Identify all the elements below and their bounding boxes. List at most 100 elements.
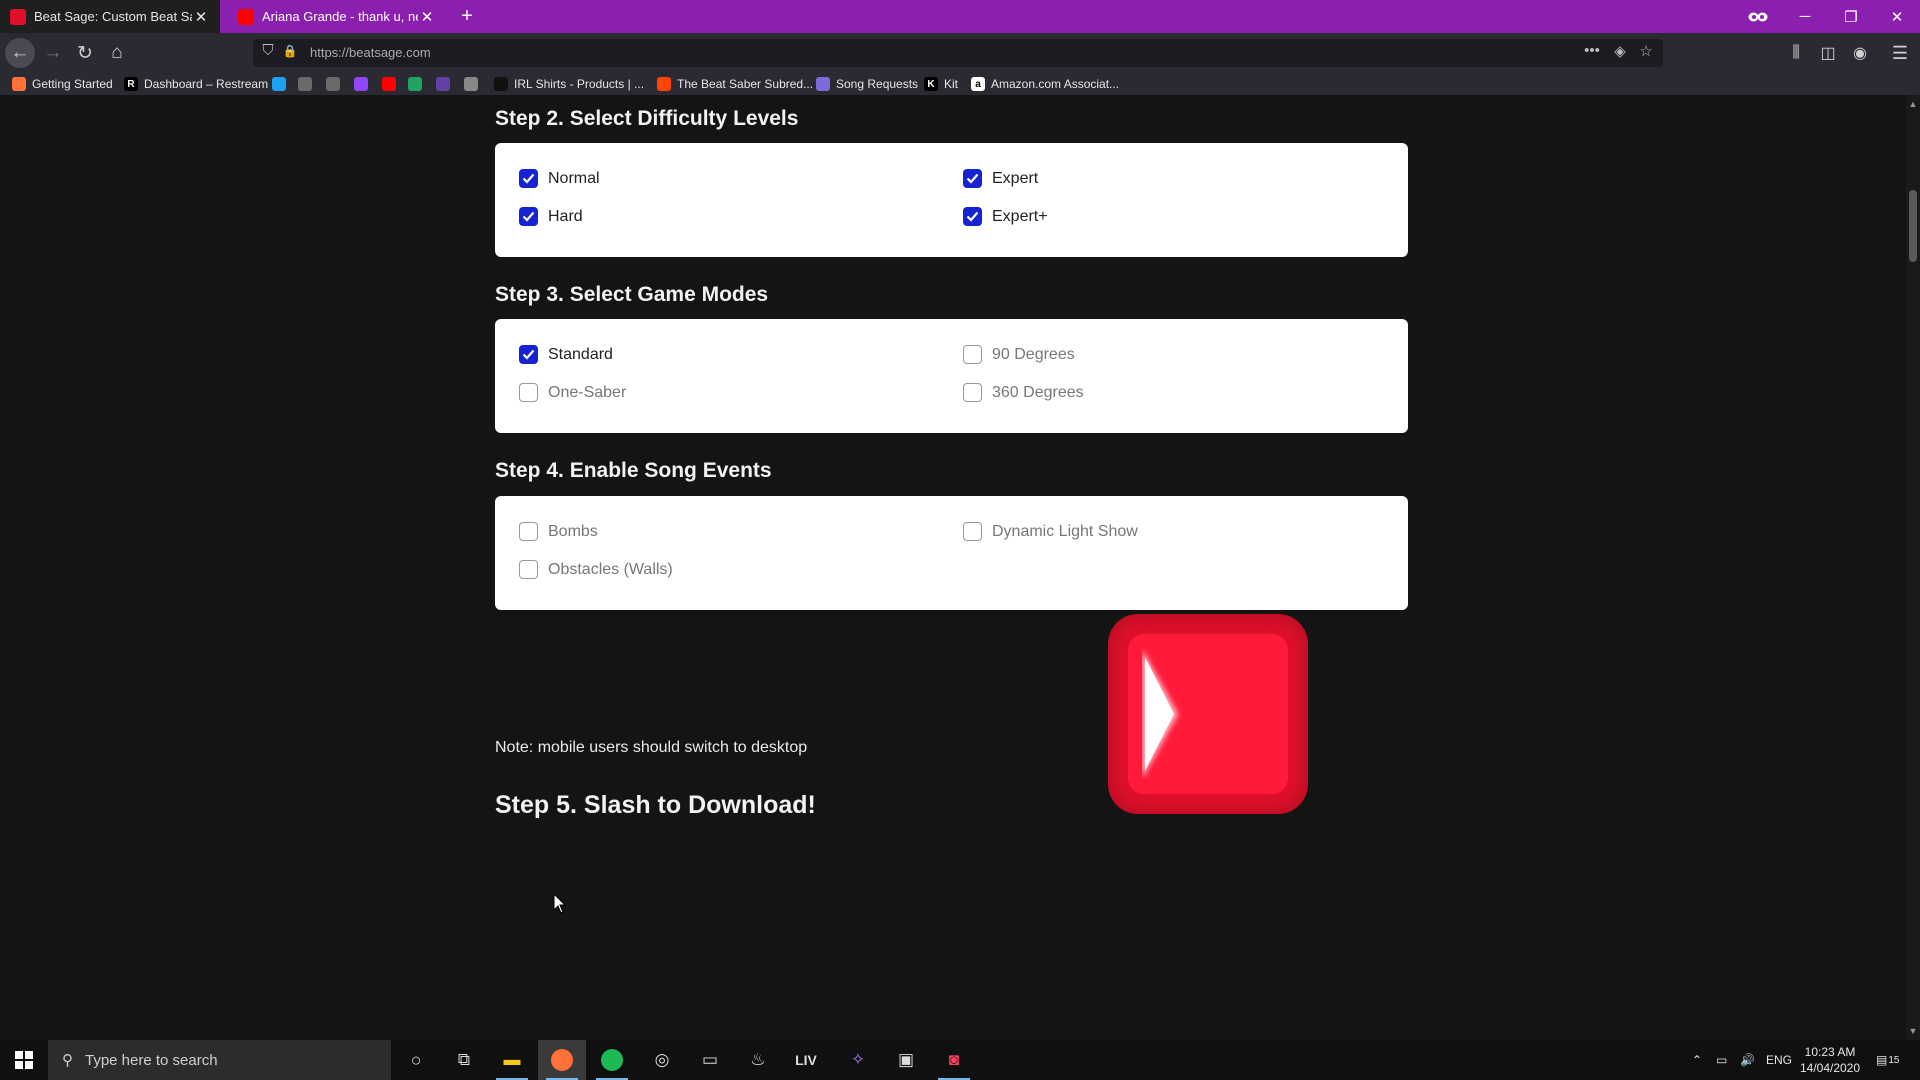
scrollbar-thumb[interactable]: [1909, 190, 1917, 262]
navigation-toolbar: ← → ↻ ⌂ ⛉ 🔒 https://beatsage.com ••• ◈ ☆…: [0, 33, 1920, 73]
tab-youtube[interactable]: Ariana Grande - thank u, next ✕: [228, 0, 446, 33]
restore-button[interactable]: ❐: [1828, 0, 1874, 33]
option-expert[interactable]: Expert: [963, 169, 1038, 188]
discord-icon[interactable]: ◙: [930, 1040, 978, 1080]
checkbox-unchecked-icon[interactable]: [963, 383, 982, 402]
bookmark-item[interactable]: [272, 75, 292, 93]
option-one-saber[interactable]: One-Saber: [519, 383, 626, 402]
option-label: Bombs: [548, 522, 598, 540]
bookmark-item[interactable]: K Kit: [924, 75, 958, 93]
lock-icon[interactable]: 🔒: [279, 44, 301, 58]
volume-icon[interactable]: 🔊: [1740, 1040, 1755, 1080]
bookmark-item[interactable]: The Beat Saber Subred...: [657, 75, 813, 93]
network-icon[interactable]: ▭: [1716, 1040, 1727, 1080]
bookmark-item[interactable]: [326, 75, 346, 93]
close-window-button[interactable]: ✕: [1874, 0, 1920, 33]
bookmark-item[interactable]: Song Requests: [816, 75, 918, 93]
home-button[interactable]: ⌂: [101, 33, 133, 73]
checkbox-checked-icon[interactable]: [963, 207, 982, 226]
game-modes-card: Standard 90 Degrees One-Saber 360 Degrees: [495, 319, 1408, 433]
bookmark-label: Amazon.com Associat...: [991, 77, 1120, 91]
firefox-icon[interactable]: [538, 1040, 586, 1080]
address-bar[interactable]: ⛉ 🔒 https://beatsage.com ••• ◈ ☆: [253, 39, 1663, 67]
bookmark-item[interactable]: IRL Shirts - Products | ...: [494, 75, 644, 93]
song-events-card: Bombs Dynamic Light Show Obstacles (Walls): [495, 496, 1408, 610]
url-text[interactable]: https://beatsage.com: [310, 45, 431, 60]
action-center-icon[interactable]: ▤ 15: [1876, 1040, 1899, 1080]
option-obstacles-walls[interactable]: Obstacles (Walls): [519, 560, 673, 579]
cortana-icon[interactable]: ○: [392, 1040, 440, 1080]
clock[interactable]: 10:23 AM 14/04/2020: [1795, 1044, 1865, 1076]
scroll-down-icon[interactable]: ▼: [1906, 1026, 1920, 1036]
reload-button[interactable]: ↻: [69, 33, 101, 73]
slash-download-block[interactable]: [1108, 614, 1308, 814]
page-scrollbar[interactable]: ▲ ▼: [1906, 95, 1920, 1040]
bookmark-item[interactable]: [354, 75, 374, 93]
minimize-button[interactable]: ─: [1782, 0, 1828, 33]
bookmark-favicon-icon: [408, 77, 422, 91]
bookmark-star-icon[interactable]: ☆: [1635, 42, 1657, 60]
obs-icon[interactable]: ◎: [638, 1040, 686, 1080]
bookmark-item[interactable]: [382, 75, 402, 93]
spotify-logo-icon: [601, 1049, 623, 1071]
back-button[interactable]: ←: [4, 33, 36, 73]
option-label: Dynamic Light Show: [992, 522, 1138, 540]
task-view-icon[interactable]: ⧉: [440, 1040, 488, 1080]
steam-icon[interactable]: ♨: [734, 1040, 782, 1080]
bookmark-item[interactable]: [408, 75, 428, 93]
option-bombs[interactable]: Bombs: [519, 522, 598, 541]
file-explorer-icon[interactable]: ▬: [488, 1040, 536, 1080]
sidebar-icon[interactable]: ◫: [1812, 33, 1844, 73]
bookmark-item[interactable]: a Amazon.com Associat...: [971, 75, 1119, 93]
tab-beat-sage[interactable]: Beat Sage: Custom Beat Saber Levels ✕: [0, 0, 220, 33]
search-icon: ⚲: [62, 1052, 73, 1069]
checkbox-checked-icon[interactable]: [519, 207, 538, 226]
new-tab-button[interactable]: +: [450, 0, 484, 33]
library-icon[interactable]: ⫼: [1780, 33, 1812, 73]
close-tab-icon[interactable]: ✕: [192, 8, 210, 26]
game-controller-icon[interactable]: ▭: [686, 1040, 734, 1080]
scroll-up-icon[interactable]: ▲: [1906, 99, 1920, 109]
liv-icon[interactable]: LIV: [782, 1040, 830, 1080]
bookmark-item[interactable]: [464, 75, 484, 93]
tracking-shield-icon[interactable]: ⛉: [257, 42, 279, 59]
checkbox-checked-icon[interactable]: [519, 169, 538, 188]
checkbox-checked-icon[interactable]: [519, 345, 538, 364]
menu-icon[interactable]: ☰: [1884, 33, 1916, 73]
home-icon: ⌂: [111, 42, 123, 63]
start-button[interactable]: [0, 1040, 48, 1080]
checkbox-checked-icon[interactable]: [963, 169, 982, 188]
language-indicator[interactable]: ENG: [1766, 1040, 1792, 1080]
option-90-degrees[interactable]: 90 Degrees: [963, 345, 1075, 364]
spotify-icon[interactable]: [588, 1040, 636, 1080]
pocket-icon[interactable]: ◈: [1609, 42, 1631, 60]
checkbox-unchecked-icon[interactable]: [519, 560, 538, 579]
option-standard[interactable]: Standard: [519, 345, 613, 364]
checkbox-unchecked-icon[interactable]: [963, 345, 982, 364]
bookmark-item[interactable]: [298, 75, 318, 93]
page-actions-icon[interactable]: •••: [1581, 42, 1603, 59]
tray-overflow-icon[interactable]: ⌃: [1692, 1040, 1702, 1080]
app-window-icon[interactable]: ▣: [882, 1040, 930, 1080]
bookmark-item[interactable]: [436, 75, 456, 93]
forward-button[interactable]: →: [37, 33, 69, 73]
bookmark-label: Kit: [944, 77, 959, 91]
taskbar-search-box[interactable]: ⚲ Type here to search: [48, 1040, 391, 1080]
bookmark-item[interactable]: Getting Started: [12, 75, 113, 93]
checkbox-unchecked-icon[interactable]: [963, 522, 982, 541]
option-expert[interactable]: Expert+: [963, 207, 1048, 226]
option-hard[interactable]: Hard: [519, 207, 583, 226]
checkbox-unchecked-icon[interactable]: [519, 383, 538, 402]
option-normal[interactable]: Normal: [519, 169, 600, 188]
step3-title: Step 3. Select Game Modes: [495, 283, 769, 306]
option-360-degrees[interactable]: 360 Degrees: [963, 383, 1084, 402]
bookmark-favicon-icon: [298, 77, 312, 91]
oculus-icon[interactable]: ✧: [834, 1040, 882, 1080]
option-dynamic-light-show[interactable]: Dynamic Light Show: [963, 522, 1138, 541]
reload-icon: ↻: [77, 42, 93, 64]
youtube-favicon-icon: [238, 8, 254, 25]
close-tab-icon[interactable]: ✕: [418, 8, 436, 26]
bookmark-item[interactable]: R Dashboard – Restream: [124, 75, 268, 93]
checkbox-unchecked-icon[interactable]: [519, 522, 538, 541]
account-icon[interactable]: ◉: [1844, 33, 1876, 73]
